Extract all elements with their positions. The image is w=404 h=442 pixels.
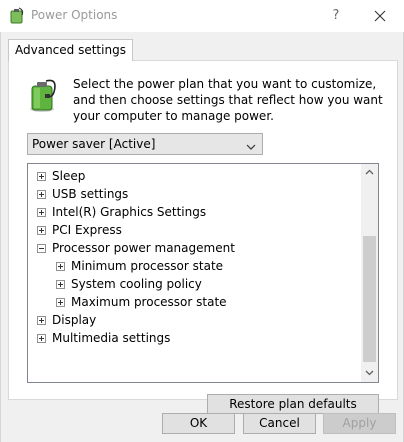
expand-icon[interactable] [56,262,65,271]
expand-icon[interactable] [37,226,46,235]
power-plan-select[interactable]: Power saver [Active] [27,133,263,155]
window-title: Power Options [31,8,118,22]
expand-icon[interactable] [37,316,46,325]
tree-item-label: Display [52,313,97,327]
chevron-up-icon [365,169,374,175]
chevron-down-icon [246,140,256,154]
power-options-icon [8,7,26,25]
expand-icon[interactable] [37,172,46,181]
tree-item-label: Processor power management [52,241,235,255]
close-icon [374,10,386,22]
dialog-body: Advanced settings Select the power plan … [0,32,404,442]
expand-icon[interactable] [56,298,65,307]
scroll-up-button[interactable] [361,164,378,181]
tree-item-label: USB settings [52,187,129,201]
apply-button[interactable]: Apply [323,413,396,434]
tree-item-label: PCI Express [52,223,122,237]
tree-item-label: Maximum processor state [71,295,227,309]
help-button[interactable]: ? [324,4,348,28]
tree-scrollbar[interactable] [361,164,378,382]
tree-item-label: System cooling policy [71,277,202,291]
close-button[interactable] [366,4,394,28]
collapse-icon[interactable] [37,244,46,253]
plan-description: Select the power plan that you want to c… [73,77,383,123]
expand-icon[interactable] [37,190,46,199]
expand-icon[interactable] [37,208,46,217]
tree-item-label: Intel(R) Graphics Settings [52,205,207,219]
expand-icon[interactable] [37,334,46,343]
tree-item-label: Sleep [52,169,86,183]
title-bar[interactable]: Power Options ? [0,0,404,32]
chevron-down-icon [365,370,374,376]
tab-panel: Select the power plan that you want to c… [8,60,398,414]
expand-icon[interactable] [56,280,65,289]
cancel-button[interactable]: Cancel [243,413,316,434]
power-plan-select-value: Power saver [Active] [32,137,156,151]
tree-item-label: Minimum processor state [71,259,224,273]
battery-plan-icon [28,76,60,114]
settings-tree[interactable]: Sleep USB settings Intel(R) Graphics Set… [27,163,379,383]
restore-plan-defaults-button[interactable]: Restore plan defaults [207,394,379,414]
ok-button[interactable]: OK [162,413,235,434]
tree-item-label: Multimedia settings [52,331,171,345]
scroll-down-button[interactable] [361,365,378,382]
tab-advanced-settings[interactable]: Advanced settings [8,39,133,61]
scrollbar-thumb[interactable] [363,236,376,362]
